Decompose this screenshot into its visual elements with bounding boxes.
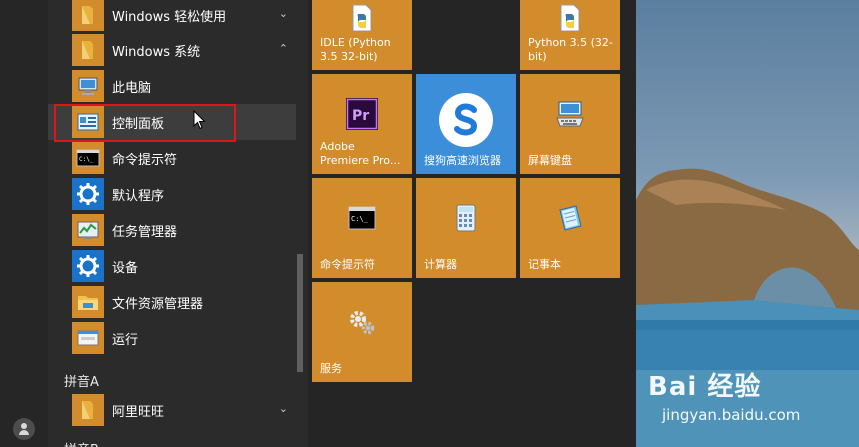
tile-calculator[interactable]: 计算器	[416, 178, 516, 278]
run-icon	[72, 322, 104, 354]
list-item-devices[interactable]: 设备	[48, 248, 296, 284]
chevron-down-icon[interactable]: ⌄	[279, 7, 288, 20]
computer-icon	[72, 70, 104, 102]
premiere-icon: Pr	[346, 98, 378, 130]
baidu-jingyan-logo: Bai 经验	[648, 372, 762, 402]
svg-text:C:\_: C:\_	[79, 156, 94, 163]
task-manager-icon	[72, 214, 104, 246]
tile-label: Adobe Premiere Pro...	[320, 140, 401, 167]
tile-sogou-browser[interactable]: 搜狗高速浏览器	[416, 74, 516, 174]
list-item-label: 运行	[112, 333, 139, 348]
gear-icon	[72, 250, 104, 282]
folder-icon	[72, 394, 104, 426]
list-item-windows-system[interactable]: Windows 系统 ⌃	[48, 32, 296, 68]
folder-icon	[72, 34, 104, 66]
chevron-up-icon[interactable]: ⌃	[279, 42, 288, 55]
tile-command-prompt[interactable]: C:\_ 命令提示符	[312, 178, 412, 278]
calculator-icon	[456, 204, 476, 232]
tile-label: 记事本	[528, 258, 561, 271]
tile-label: 服务	[320, 362, 342, 375]
tile-idle-python[interactable]: IDLE (Python 3.5 32-bit)	[312, 0, 412, 70]
tile-premiere-pro[interactable]: Pr Adobe Premiere Pro...	[312, 74, 412, 174]
python-file-icon	[352, 4, 372, 32]
section-header-pinyin-a[interactable]: 拼音A	[64, 371, 99, 390]
list-item-label: 默认程序	[112, 189, 165, 204]
list-item-this-pc[interactable]: 此电脑	[48, 68, 296, 104]
list-item-command-prompt[interactable]: C:\_ 命令提示符	[48, 140, 296, 176]
svg-text:C:\_: C:\_	[351, 215, 369, 223]
list-item-task-manager[interactable]: 任务管理器	[48, 212, 296, 248]
list-item-label: 任务管理器	[112, 225, 178, 240]
tile-python[interactable]: Python 3.5 (32-bit)	[520, 0, 620, 70]
list-item-label: 设备	[112, 261, 139, 276]
start-left-rail	[0, 0, 48, 447]
list-item-file-explorer[interactable]: 文件资源管理器	[48, 284, 296, 320]
gears-icon	[350, 311, 375, 335]
notepad-icon	[559, 205, 582, 231]
list-item-label: 此电脑	[112, 81, 152, 96]
list-item-label: 命令提示符	[112, 153, 178, 168]
gear-icon	[72, 178, 104, 210]
list-item-label: 阿里旺旺	[112, 405, 165, 420]
cmd-icon: C:\_	[348, 206, 376, 230]
tile-on-screen-keyboard[interactable]: 屏幕键盘	[520, 74, 620, 174]
svg-text:Pr: Pr	[352, 108, 369, 124]
list-item-label: Windows 轻松使用	[112, 10, 227, 25]
app-list-scrollbar[interactable]	[296, 0, 306, 447]
keyboard-icon	[556, 101, 584, 127]
tile-label: 计算器	[424, 258, 457, 271]
tile-notepad[interactable]: 记事本	[520, 178, 620, 278]
tile-label: 命令提示符	[320, 258, 375, 271]
folder-icon	[72, 0, 104, 31]
file-explorer-icon	[72, 286, 104, 318]
chevron-down-icon[interactable]: ⌄	[279, 402, 288, 415]
section-header-pinyin-b[interactable]: 拼音B	[64, 439, 99, 447]
watermark-url: jingyan.baidu.com	[662, 406, 801, 424]
list-item-aliwangwang[interactable]: 阿里旺旺 ⌄	[48, 392, 296, 428]
list-item-windows-ease-of-access[interactable]: Windows 轻松使用 ⌄	[48, 0, 296, 33]
tile-area: IDLE (Python 3.5 32-bit) Python 3.5 (32-…	[308, 0, 636, 447]
tile-label: IDLE (Python 3.5 32-bit)	[320, 36, 391, 63]
tile-label: 搜狗高速浏览器	[424, 154, 501, 167]
cmd-icon: C:\_	[72, 142, 104, 174]
tile-label: 屏幕键盘	[528, 154, 572, 167]
list-item-label: 控制面板	[112, 117, 165, 132]
user-avatar-icon[interactable]	[13, 418, 35, 440]
control-panel-icon	[72, 106, 104, 138]
scrollbar-thumb[interactable]	[297, 254, 303, 372]
tile-services[interactable]: 服务	[312, 282, 412, 382]
list-item-label: Windows 系统	[112, 45, 201, 60]
tile-label: Python 3.5 (32-bit)	[528, 36, 613, 63]
mouse-pointer-icon	[193, 110, 206, 130]
list-item-default-programs[interactable]: 默认程序	[48, 176, 296, 212]
list-item-control-panel[interactable]: 控制面板	[48, 104, 296, 140]
sogou-browser-icon	[439, 93, 493, 147]
app-list[interactable]: Windows 轻松使用 ⌄ Windows 系统 ⌃ 此电脑 控制面板 C:\…	[48, 0, 308, 447]
list-item-label: 文件资源管理器	[112, 297, 204, 312]
list-item-run[interactable]: 运行	[48, 320, 296, 356]
python-file-icon	[560, 4, 580, 32]
